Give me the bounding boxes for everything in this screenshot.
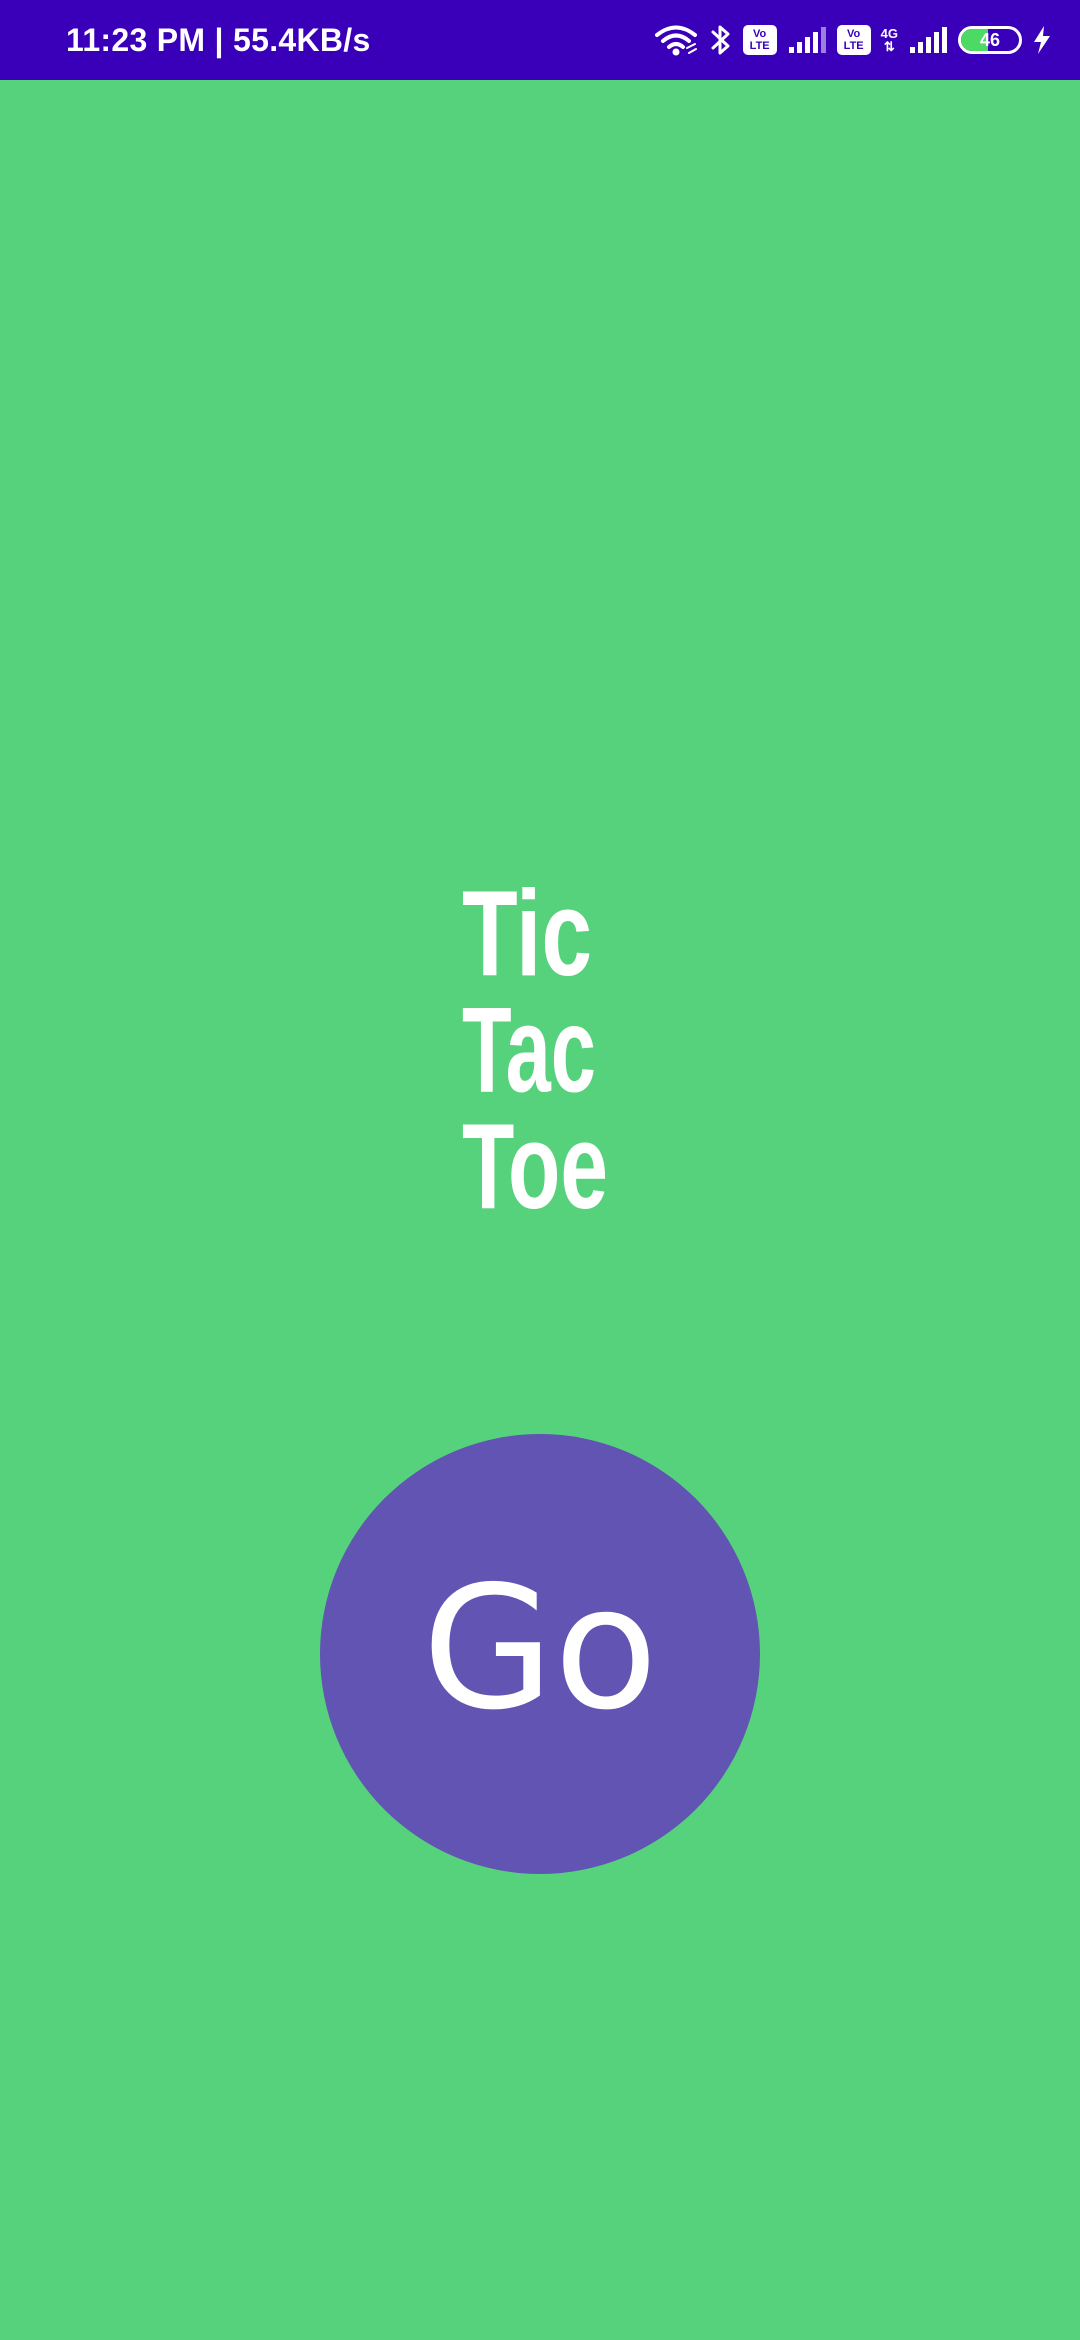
charging-bolt-icon — [1032, 25, 1052, 55]
status-time-speed: 11:23 PM | 55.4KB/s — [66, 21, 371, 58]
status-icons: Vo LTE Vo LTE 4G ⇅ 46 — [653, 23, 1052, 57]
go-button[interactable]: Go — [320, 1434, 760, 1874]
wifi-icon — [653, 24, 699, 56]
app-screen: 11:23 PM | 55.4KB/s Vo LTE Vo LTE 4G ⇅ 4… — [0, 0, 1080, 2340]
logo-line-toe: Toe — [462, 1098, 608, 1234]
volte-badge-sim2: Vo LTE — [836, 25, 871, 55]
battery-level: 46 — [979, 29, 1001, 50]
signal-strength-icon-sim2 — [908, 25, 948, 55]
battery-indicator: 46 — [958, 26, 1022, 54]
volte-badge-sim1: Vo LTE — [742, 25, 777, 55]
network-type-4g: 4G ⇅ — [880, 26, 898, 54]
data-transfer-arrows-icon: ⇅ — [883, 39, 895, 54]
tic-tac-toe-logo: Tic Tac Toe — [460, 865, 620, 1250]
status-bar: 11:23 PM | 55.4KB/s Vo LTE Vo LTE 4G ⇅ 4… — [0, 0, 1080, 80]
bluetooth-icon — [709, 23, 733, 57]
signal-strength-icon-sim1 — [787, 25, 827, 55]
